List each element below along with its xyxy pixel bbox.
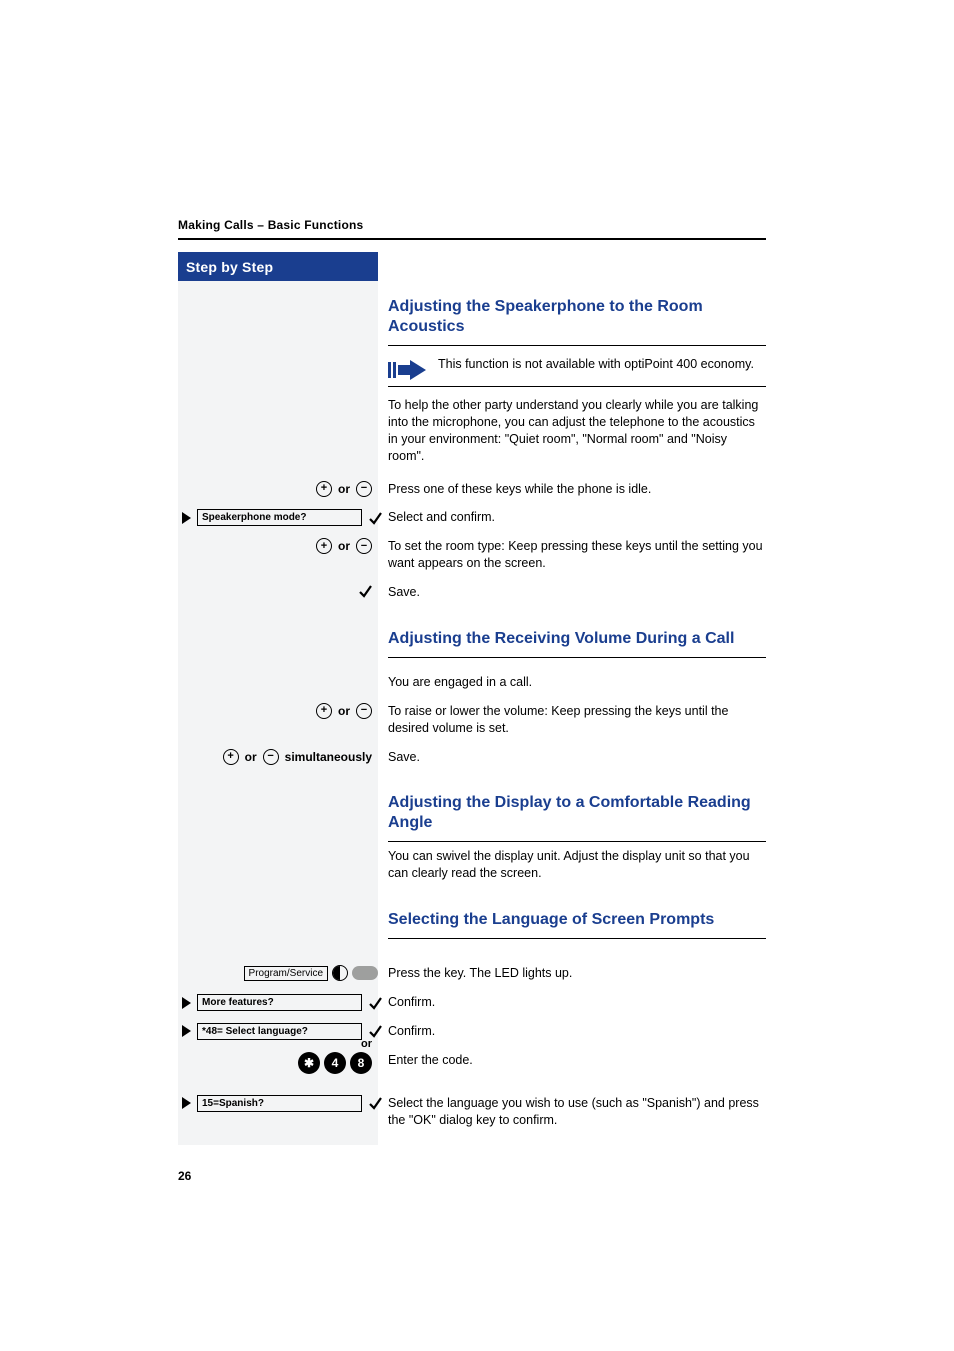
s2-step1: To raise or lower the volume: Keep press…: [388, 703, 766, 737]
running-head: Making Calls – Basic Functions: [178, 218, 766, 232]
display-language-option: 15=Spanish?: [197, 1095, 362, 1112]
check-icon: [358, 584, 372, 598]
display-speakerphone-mode: Speakerphone mode?: [197, 509, 362, 526]
s1-step1: Press one of these keys while the phone …: [388, 481, 766, 498]
minus-key-icon: −: [356, 703, 372, 719]
menu-arrow-icon: [182, 997, 191, 1009]
s4-step5: Select the language you wish to use (suc…: [388, 1095, 766, 1129]
dialpad-star-key: ✱: [298, 1052, 320, 1074]
section-rule: [388, 345, 766, 346]
menu-arrow-icon: [182, 512, 191, 524]
dialpad-8-key: 8: [350, 1052, 372, 1074]
minus-key-icon: −: [356, 538, 372, 554]
section-title-language: Selecting the Language of Screen Prompts: [388, 910, 766, 930]
s4-step4: Enter the code.: [388, 1052, 766, 1069]
s1-step3: To set the room type: Keep pressing thes…: [388, 538, 766, 572]
oval-key-icon: [352, 966, 378, 980]
dialpad-4-key: 4: [324, 1052, 346, 1074]
step-by-step-banner: Step by Step: [178, 252, 378, 281]
s4-step2: Confirm.: [388, 994, 766, 1011]
plus-key-icon: +: [316, 538, 332, 554]
s1-step2: Select and confirm.: [388, 509, 766, 526]
s4-step3: Confirm.: [388, 1023, 766, 1040]
or-label: or: [338, 539, 350, 553]
section-rule: [388, 938, 766, 939]
note-text: This function is not available with opti…: [438, 356, 754, 373]
section1-intro: To help the other party understand you c…: [388, 397, 766, 465]
page-number: 26: [178, 1169, 766, 1183]
or-label: or: [245, 750, 257, 764]
note-box: This function is not available with opti…: [388, 352, 766, 387]
display-select-language: *48= Select language?: [197, 1023, 362, 1040]
menu-arrow-icon: [182, 1097, 191, 1109]
s2-step2: Save.: [388, 749, 766, 766]
minus-key-icon: −: [356, 481, 372, 497]
s1-step4: Save.: [388, 584, 766, 601]
s2-intro: You are engaged in a call.: [388, 674, 766, 691]
section-title-speakerphone: Adjusting the Speakerphone to the Room A…: [388, 297, 766, 337]
section-rule: [388, 657, 766, 658]
s3-intro: You can swivel the display unit. Adjust …: [388, 848, 766, 882]
or-label: or: [338, 482, 350, 496]
display-more-features: More features?: [197, 994, 362, 1011]
program-service-key-label: Program/Service: [244, 966, 328, 981]
menu-arrow-icon: [182, 1025, 191, 1037]
simultaneously-label: simultaneously: [285, 750, 372, 764]
section-title-display-angle: Adjusting the Display to a Comfortable R…: [388, 793, 766, 833]
section-title-receiving-volume: Adjusting the Receiving Volume During a …: [388, 629, 766, 649]
header-rule: [178, 238, 766, 240]
minus-key-icon: −: [263, 749, 279, 765]
or-label: or: [338, 704, 350, 718]
led-icon: [332, 965, 348, 981]
s4-step1: Press the key. The LED lights up.: [388, 965, 766, 982]
note-arrow-icon: [388, 360, 426, 380]
plus-key-icon: +: [223, 749, 239, 765]
plus-key-icon: +: [316, 481, 332, 497]
plus-key-icon: +: [316, 703, 332, 719]
section-rule: [388, 841, 766, 842]
